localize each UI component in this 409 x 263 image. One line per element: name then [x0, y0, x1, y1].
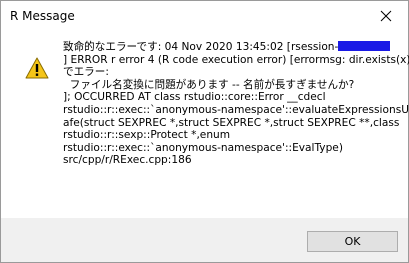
message-line: rstudio::r::exec::`anonymous-namespace':…	[63, 103, 409, 116]
message-line: ] ERROR r error 4 (R code execution erro…	[63, 53, 409, 66]
dialog-body: 致命的なエラーです: 04 Nov 2020 13:45:02 [rsessio…	[1, 32, 409, 218]
message-dialog-window: R Message 致命的なエラーです: 04 Nov 2020 13:45:0…	[0, 0, 409, 263]
message-line: 致命的なエラーです: 04 Nov 2020 13:45:02 [rsessio…	[63, 41, 391, 54]
message-line: src/cpp/r/RExec.cpp:186	[63, 154, 192, 167]
redaction-bar	[338, 41, 391, 51]
warning-icon	[25, 57, 49, 79]
ok-button[interactable]: OK	[307, 231, 398, 252]
window-title: R Message	[10, 9, 75, 23]
message-line: でエラー:	[63, 66, 109, 79]
message-line: ファイル名変換に問題があります -- 名前が長すぎませんか?	[63, 78, 355, 91]
message-line: rstudio::r::sexp::Protect *,enum	[63, 129, 231, 142]
title-bar[interactable]: R Message	[1, 1, 408, 32]
close-icon	[380, 10, 391, 22]
message-line: ]; OCCURRED AT class rstudio::core::Erro…	[63, 91, 326, 104]
message-line: afe(struct SEXPREC *,struct SEXPREC *,st…	[63, 116, 400, 129]
message-line: rstudio::r::exec::`anonymous-namespace':…	[63, 141, 343, 154]
dialog-footer: OK	[1, 218, 408, 262]
close-button[interactable]	[363, 1, 408, 31]
error-message: 致命的なエラーです: 04 Nov 2020 13:45:02 [rsessio…	[63, 41, 409, 167]
